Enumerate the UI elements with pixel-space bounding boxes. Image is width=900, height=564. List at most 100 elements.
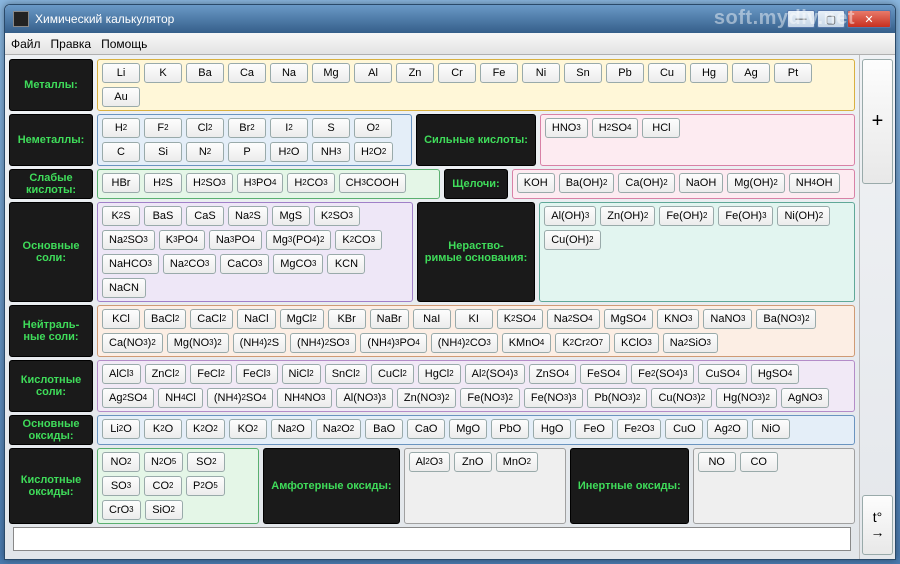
compound-button[interactable]: NH4Cl xyxy=(158,388,203,408)
compound-button[interactable]: Cr xyxy=(438,63,476,83)
compound-button[interactable]: Mg(NO3)2 xyxy=(167,333,229,353)
compound-button[interactable]: S xyxy=(312,118,350,138)
compound-button[interactable]: Fe(OH)3 xyxy=(718,206,773,226)
compound-button[interactable]: CaCO3 xyxy=(220,254,269,274)
compound-button[interactable]: H2O2 xyxy=(354,142,393,162)
compound-button[interactable]: Fe(NO3)2 xyxy=(460,388,519,408)
compound-button[interactable]: FeSO4 xyxy=(580,364,627,384)
compound-button[interactable]: (NH4)2CO3 xyxy=(431,333,498,353)
temp-button[interactable]: t°→ xyxy=(862,495,893,555)
compound-button[interactable]: SnCl2 xyxy=(325,364,367,384)
compound-button[interactable]: K2CO3 xyxy=(335,230,382,250)
compound-button[interactable]: K2SO3 xyxy=(314,206,360,226)
compound-button[interactable]: N2 xyxy=(186,142,224,162)
compound-button[interactable]: Cu(NO3)2 xyxy=(651,388,712,408)
compound-button[interactable]: K2O2 xyxy=(186,419,225,439)
compound-button[interactable]: KBr xyxy=(328,309,366,329)
compound-button[interactable]: ZnSO4 xyxy=(529,364,576,384)
compound-button[interactable]: KI xyxy=(455,309,493,329)
compound-button[interactable]: CuO xyxy=(665,419,703,439)
compound-button[interactable]: K2Cr2O7 xyxy=(555,333,610,353)
compound-button[interactable]: Pb(NO3)2 xyxy=(587,388,647,408)
compound-button[interactable]: AlCl3 xyxy=(102,364,141,384)
compound-button[interactable]: O2 xyxy=(354,118,392,138)
menu-help[interactable]: Помощь xyxy=(101,37,147,51)
compound-button[interactable]: H2SO4 xyxy=(592,118,639,138)
compound-button[interactable]: Ag xyxy=(732,63,770,83)
output-area[interactable] xyxy=(13,527,851,551)
compound-button[interactable]: HNO3 xyxy=(545,118,588,138)
compound-button[interactable]: Au xyxy=(102,87,140,107)
compound-button[interactable]: (NH4)2SO4 xyxy=(207,388,273,408)
compound-button[interactable]: NH4NO3 xyxy=(277,388,332,408)
compound-button[interactable]: (NH4)3PO4 xyxy=(360,333,426,353)
compound-button[interactable]: Na xyxy=(270,63,308,83)
compound-button[interactable]: CO xyxy=(740,452,778,472)
maximize-button[interactable]: ▢ xyxy=(817,10,845,28)
compound-button[interactable]: Cu xyxy=(648,63,686,83)
compound-button[interactable]: Na2SO3 xyxy=(102,230,155,250)
compound-button[interactable]: (NH4)2SO3 xyxy=(290,333,356,353)
compound-button[interactable]: Al2(SO4)3 xyxy=(465,364,525,384)
compound-button[interactable]: Mg3(PO4)2 xyxy=(266,230,332,250)
compound-button[interactable]: H2O xyxy=(270,142,308,162)
compound-button[interactable]: SO2 xyxy=(187,452,225,472)
compound-button[interactable]: CH3COOH xyxy=(339,173,406,193)
compound-button[interactable]: (NH4)2S xyxy=(233,333,286,353)
compound-button[interactable]: Na2SiO3 xyxy=(663,333,718,353)
compound-button[interactable]: Fe xyxy=(480,63,518,83)
compound-button[interactable]: NaCl xyxy=(237,309,275,329)
compound-button[interactable]: Na2O2 xyxy=(316,419,361,439)
compound-button[interactable]: Ca xyxy=(228,63,266,83)
compound-button[interactable]: Al xyxy=(354,63,392,83)
compound-button[interactable]: Cu(OH)2 xyxy=(544,230,600,250)
compound-button[interactable]: Li2O xyxy=(102,419,140,439)
compound-button[interactable]: Na2S xyxy=(228,206,268,226)
compound-button[interactable]: NaOH xyxy=(679,173,724,193)
compound-button[interactable]: Fe(OH)2 xyxy=(659,206,714,226)
compound-button[interactable]: HCl xyxy=(642,118,680,138)
compound-button[interactable]: Ag2O xyxy=(707,419,747,439)
close-button[interactable]: ✕ xyxy=(847,10,891,28)
compound-button[interactable]: AgNO3 xyxy=(781,388,829,408)
compound-button[interactable]: PbO xyxy=(491,419,529,439)
compound-button[interactable]: Br2 xyxy=(228,118,266,138)
compound-button[interactable]: Ba(NO3)2 xyxy=(756,309,816,329)
compound-button[interactable]: CaO xyxy=(407,419,445,439)
menu-file[interactable]: Файл xyxy=(11,37,41,51)
compound-button[interactable]: Si xyxy=(144,142,182,162)
compound-button[interactable]: Mg(OH)2 xyxy=(727,173,785,193)
compound-button[interactable]: KCN xyxy=(327,254,365,274)
compound-button[interactable]: I2 xyxy=(270,118,308,138)
compound-button[interactable]: SiO2 xyxy=(145,500,183,520)
compound-button[interactable]: F2 xyxy=(144,118,182,138)
compound-button[interactable]: MgSO4 xyxy=(604,309,654,329)
compound-button[interactable]: H2 xyxy=(102,118,140,138)
compound-button[interactable]: K2S xyxy=(102,206,140,226)
compound-button[interactable]: H2SO3 xyxy=(186,173,233,193)
compound-button[interactable]: CO2 xyxy=(144,476,182,496)
compound-button[interactable]: Na2O xyxy=(271,419,312,439)
compound-button[interactable]: SO3 xyxy=(102,476,140,496)
compound-button[interactable]: Zn(NO3)2 xyxy=(397,388,456,408)
compound-button[interactable]: MgO xyxy=(449,419,487,439)
compound-button[interactable]: Ca(NO3)2 xyxy=(102,333,163,353)
compound-button[interactable]: BaO xyxy=(365,419,403,439)
compound-button[interactable]: Ca(OH)2 xyxy=(618,173,674,193)
compound-button[interactable]: H2CO3 xyxy=(287,173,334,193)
compound-button[interactable]: Al2O3 xyxy=(409,452,450,472)
compound-button[interactable]: NO2 xyxy=(102,452,140,472)
compound-button[interactable]: K2SO4 xyxy=(497,309,543,329)
compound-button[interactable]: Li xyxy=(102,63,140,83)
compound-button[interactable]: MgCO3 xyxy=(273,254,323,274)
compound-button[interactable]: Na2SO4 xyxy=(547,309,600,329)
compound-button[interactable]: KCl xyxy=(102,309,140,329)
compound-button[interactable]: Al(OH)3 xyxy=(544,206,596,226)
compound-button[interactable]: NaBr xyxy=(370,309,409,329)
compound-button[interactable]: NaI xyxy=(413,309,451,329)
compound-button[interactable]: HBr xyxy=(102,173,140,193)
compound-button[interactable]: K xyxy=(144,63,182,83)
compound-button[interactable]: CaCl2 xyxy=(190,309,233,329)
compound-button[interactable]: CrO3 xyxy=(102,500,141,520)
compound-button[interactable]: KO2 xyxy=(229,419,267,439)
